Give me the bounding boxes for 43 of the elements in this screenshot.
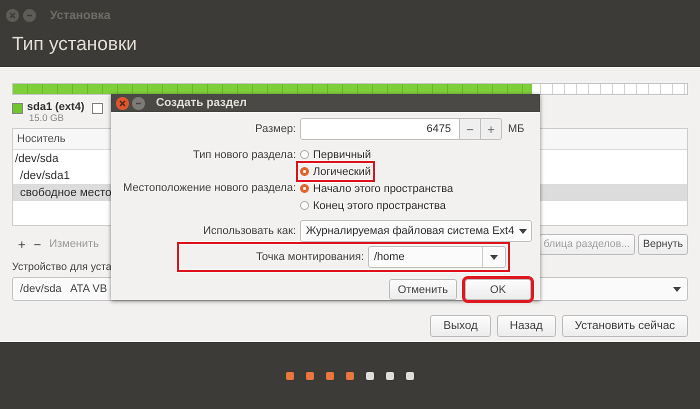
plus-button[interactable]: + <box>481 118 502 140</box>
radio-button[interactable] <box>300 150 309 159</box>
dialog-title: Создать раздел <box>156 97 247 109</box>
mount-point-combo[interactable]: /home <box>368 246 506 268</box>
field-label: Точка монтирования: <box>256 251 364 263</box>
minus-button[interactable]: − <box>460 118 481 140</box>
remove-button[interactable]: − <box>34 236 42 252</box>
legend-size: 15.0 GB <box>29 113 65 124</box>
add-button[interactable]: + <box>18 236 26 252</box>
radio-button[interactable] <box>300 167 309 176</box>
caret-icon <box>490 254 498 260</box>
radio-button[interactable] <box>300 184 309 193</box>
ok-button[interactable]: OK <box>465 279 531 300</box>
radio-label[interactable]: Логический <box>313 166 371 178</box>
use-as-select[interactable]: Журналируемая файловая система Ext4 <box>300 220 532 242</box>
table-cell: свободное место <box>20 186 112 198</box>
column-title: Носитель <box>17 133 66 145</box>
radio-label[interactable]: Конец этого пространства <box>313 200 446 212</box>
revert-button[interactable]: Вернуть <box>638 234 688 254</box>
minimize-button[interactable] <box>23 8 36 22</box>
caret-icon <box>673 286 681 292</box>
radio-label[interactable]: Начало этого пространства <box>313 182 454 194</box>
field-label: Тип нового раздела: <box>192 149 296 161</box>
device-label: Устройство для уста <box>12 261 113 273</box>
footer-button[interactable]: Назад <box>496 315 556 337</box>
minimize-button[interactable] <box>132 96 145 110</box>
radio-button[interactable] <box>300 201 309 210</box>
unit-label: МБ <box>508 123 524 135</box>
legend-label: sda1 (ext4) <box>27 101 84 113</box>
caret-icon <box>518 228 527 234</box>
field-label: Местоположение нового раздела: <box>123 182 296 194</box>
footer-button[interactable]: Выход <box>430 315 491 337</box>
close-button[interactable] <box>6 8 19 22</box>
cancel-button[interactable]: Отменить <box>388 279 457 300</box>
close-icon <box>9 12 16 18</box>
page-title: Тип установки <box>11 33 138 56</box>
footer-button[interactable]: Установить сейчас <box>562 315 688 337</box>
field-label: Размер: <box>255 123 296 135</box>
close-icon <box>119 100 126 106</box>
radio-label[interactable]: Первичный <box>313 148 371 160</box>
close-button[interactable] <box>116 96 129 110</box>
field-label: Использовать как: <box>203 225 296 237</box>
size-input[interactable]: 6475 <box>300 118 460 140</box>
